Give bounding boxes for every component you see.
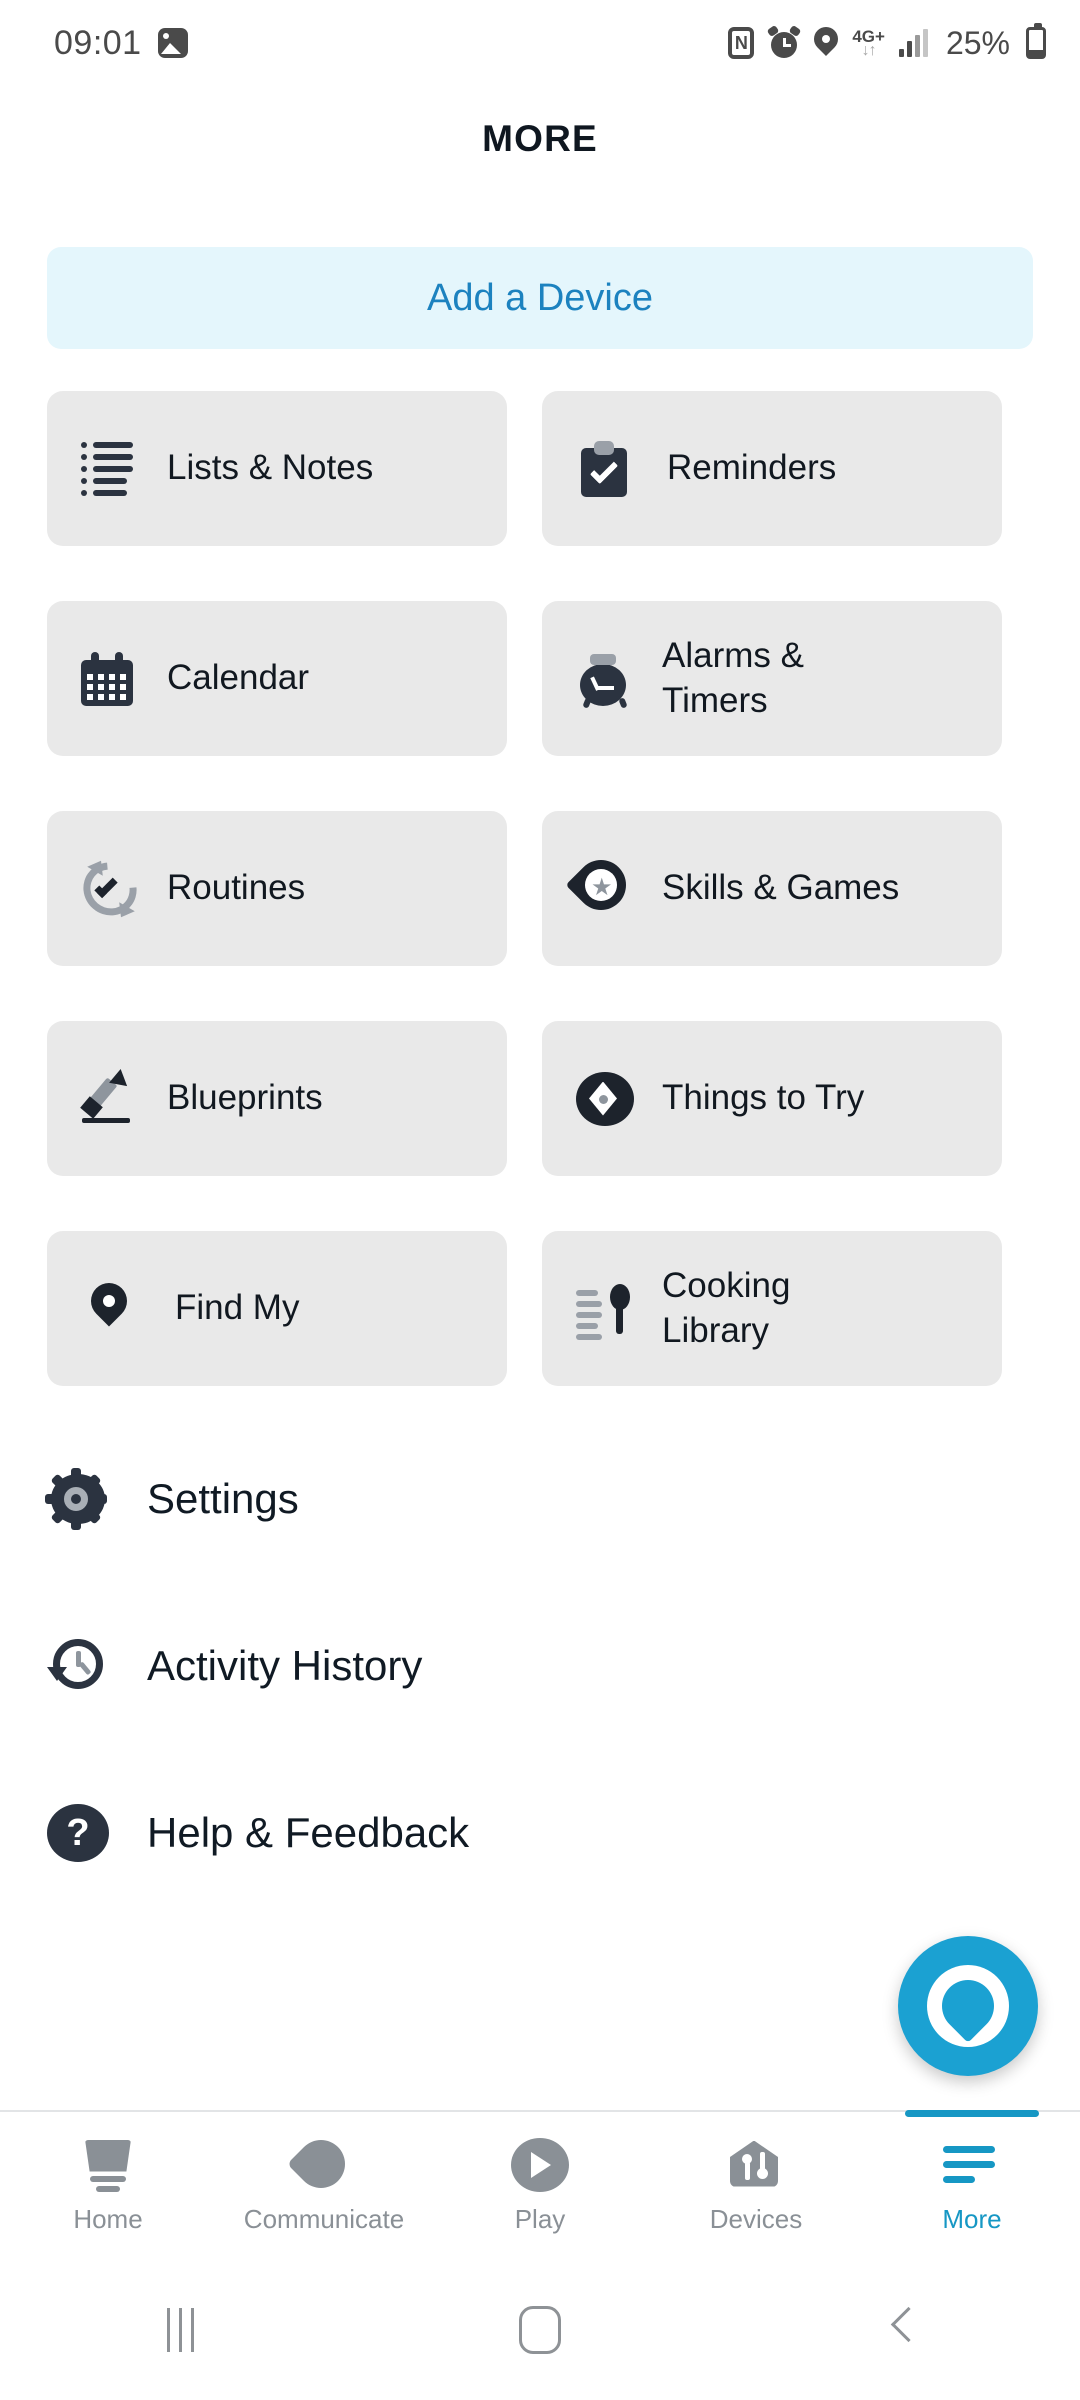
tile-lists-and-notes[interactable]: Lists & Notes — [47, 391, 507, 546]
tile-things-to-try[interactable]: Things to Try — [542, 1021, 1002, 1176]
secondary-menu-list: Settings Activity History ? Help & Feedb… — [45, 1443, 947, 1889]
menu-item-help-and-feedback[interactable]: ? Help & Feedback — [47, 1777, 947, 1889]
recents-button[interactable] — [0, 2260, 360, 2400]
battery-percent: 25% — [945, 24, 1010, 61]
menu-item-settings[interactable]: Settings — [45, 1443, 947, 1555]
menu-item-label: Help & Feedback — [147, 1809, 470, 1856]
spoon-recipe-icon — [576, 1281, 634, 1340]
play-circle-icon — [511, 2137, 569, 2192]
menu-item-label: Activity History — [147, 1642, 423, 1689]
tile-blueprints[interactable]: Blueprints — [47, 1021, 507, 1176]
status-clock: 09:01 — [54, 23, 142, 62]
location-pin-icon — [89, 1281, 147, 1337]
compass-icon — [576, 1071, 634, 1126]
tab-label: More — [942, 2203, 1002, 2234]
tile-reminders[interactable]: Reminders — [542, 391, 1002, 546]
tile-skills-and-games[interactable]: ★ Skills & Games — [542, 811, 1002, 966]
skills-star-bubble-icon: ★ — [565, 849, 637, 920]
gallery-icon — [157, 28, 188, 58]
alarm-clock-icon — [576, 650, 634, 709]
clock-history-icon — [47, 1637, 109, 1695]
home-devices-icon — [727, 2138, 785, 2192]
menu-item-activity-history[interactable]: Activity History — [47, 1610, 947, 1722]
tile-label: Lists & Notes — [167, 448, 374, 488]
alexa-logo-icon — [927, 1965, 1009, 2047]
routines-refresh-check-icon — [72, 851, 148, 926]
status-bar-left: 09:01 — [54, 24, 188, 63]
tile-label: Calendar — [167, 658, 310, 698]
add-a-device-label: Add a Device — [426, 276, 653, 319]
location-pin-icon — [814, 27, 838, 59]
alexa-more-screen: 09:01 4G+ ↓↑ 25% MORE Add a Device — [0, 0, 1080, 2400]
tab-devices[interactable]: Devices — [648, 2112, 864, 2260]
tile-alarms-and-timers[interactable]: Alarms & Timers — [542, 601, 1002, 756]
add-a-device-button[interactable]: Add a Device — [47, 247, 1033, 349]
tab-label: Play — [514, 2203, 566, 2234]
system-navigation-bar — [0, 2260, 1080, 2400]
bottom-tab-bar: Home Communicate Play Devices More — [0, 2110, 1080, 2260]
battery-icon — [1026, 23, 1046, 59]
tile-label: Skills & Games — [662, 868, 900, 908]
signal-bars-icon — [898, 29, 928, 57]
tile-label: Things to Try — [662, 1078, 865, 1118]
tab-label: Communicate — [243, 2203, 405, 2234]
tile-find-my[interactable]: Find My — [47, 1231, 507, 1386]
alarm-icon — [766, 24, 802, 59]
hamburger-menu-icon — [943, 2138, 1001, 2192]
question-circle-icon: ? — [47, 1804, 109, 1862]
lists-icon — [81, 440, 139, 498]
home-icon — [519, 2306, 561, 2354]
network-4g-plus-icon: 4G+ ↓↑ — [852, 26, 885, 59]
calendar-icon — [81, 651, 139, 706]
data-arrows-icon: ↓↑ — [861, 41, 877, 59]
home-button[interactable] — [360, 2260, 720, 2400]
back-icon — [888, 2309, 912, 2351]
tile-label: Alarms & Timers — [662, 635, 804, 720]
tab-play[interactable]: Play — [432, 2112, 648, 2260]
tile-cooking-library[interactable]: Cooking Library — [542, 1231, 1002, 1386]
speech-bubble-icon — [287, 2129, 355, 2198]
status-bar: 09:01 4G+ ↓↑ 25% — [0, 0, 1080, 86]
tile-label: Blueprints — [167, 1078, 323, 1118]
tab-more[interactable]: More — [864, 2112, 1080, 2260]
tab-home[interactable]: Home — [0, 2112, 216, 2260]
tile-calendar[interactable]: Calendar — [47, 601, 507, 756]
tab-communicate[interactable]: Communicate — [216, 2112, 432, 2260]
menu-item-label: Settings — [147, 1475, 299, 1522]
page-title: MORE — [482, 118, 598, 159]
back-button[interactable] — [720, 2260, 1080, 2400]
echo-device-icon — [79, 2138, 137, 2192]
clipboard-check-icon — [581, 440, 639, 497]
alexa-button[interactable] — [898, 1936, 1038, 2076]
recents-icon — [166, 2308, 194, 2352]
tile-label: Cooking Library — [662, 1265, 791, 1350]
pencil-icon — [80, 1068, 139, 1127]
gear-icon — [45, 1468, 109, 1530]
tab-label: Devices — [709, 2203, 803, 2234]
status-bar-right: 4G+ ↓↑ 25% — [728, 23, 1046, 62]
nfc-icon — [728, 27, 755, 59]
tile-label: Reminders — [667, 448, 837, 488]
tile-label: Routines — [167, 868, 306, 908]
tile-label: Find My — [175, 1288, 300, 1328]
feature-tile-grid: Lists & Notes Reminders Calendar Alarms … — [47, 391, 1033, 1386]
tab-label: Home — [73, 2203, 143, 2234]
tile-routines[interactable]: Routines — [47, 811, 507, 966]
